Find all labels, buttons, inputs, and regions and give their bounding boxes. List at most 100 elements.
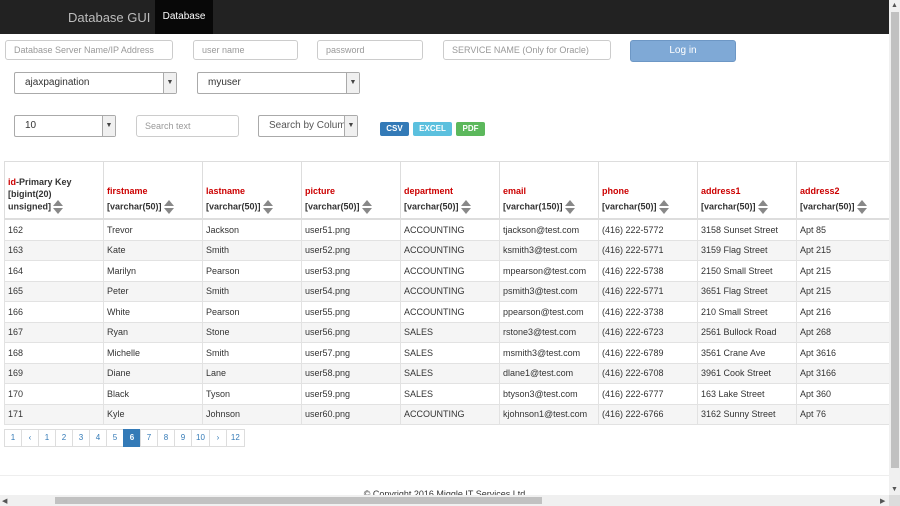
table-cell-address1[interactable]: 163 Lake Street: [697, 383, 797, 405]
table-cell-email[interactable]: tjackson@test.com: [499, 218, 599, 241]
table-cell-phone[interactable]: (416) 222-6766: [598, 403, 698, 425]
username-input[interactable]: user name: [193, 40, 298, 60]
table-cell-department[interactable]: SALES: [400, 362, 500, 384]
scroll-left-arrow-icon[interactable]: ◀: [2, 497, 7, 505]
login-button[interactable]: Log in: [630, 40, 736, 62]
table-cell-address1[interactable]: 3961 Cook Street: [697, 362, 797, 384]
page-link[interactable]: 1: [4, 429, 22, 447]
sort-arrows-icon[interactable]: [361, 200, 373, 214]
table-cell-address2[interactable]: Apt 3616: [796, 342, 890, 364]
column-header-email[interactable]: email [varchar(150)]: [499, 161, 599, 220]
table-cell-phone[interactable]: (416) 222-5771: [598, 280, 698, 302]
table-cell-picture[interactable]: user60.png: [301, 403, 401, 425]
page-link[interactable]: 2: [55, 429, 73, 447]
table-cell-department[interactable]: ACCOUNTING: [400, 260, 500, 282]
sort-up-icon[interactable]: [53, 200, 63, 206]
table-cell-address2[interactable]: Apt 85: [796, 218, 890, 241]
column-header-firstname[interactable]: firstname [varchar(50)]: [103, 161, 203, 220]
csv-export-button[interactable]: CSV: [380, 122, 409, 136]
brand-title[interactable]: Database GUI: [68, 10, 150, 25]
table-cell-email[interactable]: dlane1@test.com: [499, 362, 599, 384]
table-row[interactable]: 162 Trevor Jackson user51.png ACCOUNTING tjac…: [4, 218, 890, 241]
table-cell-firstname[interactable]: Ryan: [103, 321, 203, 343]
table-cell-id[interactable]: 165: [4, 280, 104, 302]
sort-down-icon[interactable]: [658, 208, 669, 214]
table-cell-phone[interactable]: (416) 222-6777: [598, 383, 698, 405]
page-link[interactable]: 7: [140, 429, 158, 447]
table-cell-id[interactable]: 167: [4, 321, 104, 343]
sort-up-icon[interactable]: [658, 200, 669, 206]
page-link[interactable]: 5: [106, 429, 124, 447]
table-cell-firstname[interactable]: Michelle: [103, 342, 203, 364]
page-link[interactable]: 6: [123, 429, 141, 447]
table-cell-department[interactable]: ACCOUNTING: [400, 403, 500, 425]
sort-arrows-icon[interactable]: [460, 200, 472, 214]
sort-arrows-icon[interactable]: [262, 200, 274, 214]
sort-up-icon[interactable]: [361, 200, 372, 206]
sort-down-icon[interactable]: [757, 208, 768, 214]
table-cell-lastname[interactable]: Lane: [202, 362, 302, 384]
page-link[interactable]: ‹: [21, 429, 39, 447]
table-cell-address2[interactable]: Apt 216: [796, 301, 890, 323]
table-cell-firstname[interactable]: Trevor: [103, 218, 203, 241]
table-cell-lastname[interactable]: Pearson: [202, 301, 302, 323]
table-cell-firstname[interactable]: Diane: [103, 362, 203, 384]
page-link[interactable]: 1: [38, 429, 56, 447]
table-cell-lastname[interactable]: Pearson: [202, 260, 302, 282]
table-cell-email[interactable]: ppearson@test.com: [499, 301, 599, 323]
table-cell-address1[interactable]: 3159 Flag Street: [697, 239, 797, 261]
page-link[interactable]: 8: [157, 429, 175, 447]
table-cell-address1[interactable]: 3651 Flag Street: [697, 280, 797, 302]
table-cell-id[interactable]: 168: [4, 342, 104, 364]
table-cell-id[interactable]: 164: [4, 260, 104, 282]
table-cell-firstname[interactable]: Kate: [103, 239, 203, 261]
table-cell-address2[interactable]: Apt 215: [796, 239, 890, 261]
table-cell-email[interactable]: btyson3@test.com: [499, 383, 599, 405]
table-cell-department[interactable]: SALES: [400, 342, 500, 364]
table-cell-picture[interactable]: user52.png: [301, 239, 401, 261]
sort-arrows-icon[interactable]: [658, 200, 670, 214]
table-cell-address1[interactable]: 210 Small Street: [697, 301, 797, 323]
table-row[interactable]: 164 Marilyn Pearson user53.png ACCOUNTING mpe…: [4, 260, 890, 282]
table-cell-address2[interactable]: Apt 76: [796, 403, 890, 425]
server-input[interactable]: Database Server Name/IP Address: [5, 40, 173, 60]
table-cell-phone[interactable]: (416) 222-5738: [598, 260, 698, 282]
page-link[interactable]: 10: [191, 429, 210, 447]
sort-arrows-icon[interactable]: [757, 200, 769, 214]
page-link[interactable]: 3: [72, 429, 90, 447]
table-cell-id[interactable]: 163: [4, 239, 104, 261]
table-cell-lastname[interactable]: Johnson: [202, 403, 302, 425]
table-cell-lastname[interactable]: Stone: [202, 321, 302, 343]
table-cell-lastname[interactable]: Smith: [202, 280, 302, 302]
table-cell-email[interactable]: mpearson@test.com: [499, 260, 599, 282]
table-cell-lastname[interactable]: Smith: [202, 239, 302, 261]
table-row[interactable]: 166 White Pearson user55.png ACCOUNTING ppear…: [4, 301, 890, 323]
column-header-lastname[interactable]: lastname [varchar(50)]: [202, 161, 302, 220]
table-cell-department[interactable]: SALES: [400, 321, 500, 343]
table-cell-email[interactable]: rstone3@test.com: [499, 321, 599, 343]
table-cell-department[interactable]: ACCOUNTING: [400, 218, 500, 241]
sort-down-icon[interactable]: [163, 208, 174, 214]
table-cell-address2[interactable]: Apt 215: [796, 260, 890, 282]
table-cell-firstname[interactable]: Black: [103, 383, 203, 405]
column-header-address2[interactable]: address2 [varchar(50)]: [796, 161, 890, 220]
column-header-picture[interactable]: picture [varchar(50)]: [301, 161, 401, 220]
table-cell-address1[interactable]: 3561 Crane Ave: [697, 342, 797, 364]
table-cell-email[interactable]: kjohnson1@test.com: [499, 403, 599, 425]
table-cell-address2[interactable]: Apt 268: [796, 321, 890, 343]
scroll-right-arrow-icon[interactable]: ▶: [880, 497, 885, 505]
table-cell-id[interactable]: 171: [4, 403, 104, 425]
table-cell-picture[interactable]: user57.png: [301, 342, 401, 364]
table-cell-phone[interactable]: (416) 222-5771: [598, 239, 698, 261]
table-row[interactable]: 168 Michelle Smith user57.png SALES msmith3@t…: [4, 342, 890, 364]
page-link[interactable]: 12: [225, 429, 245, 447]
column-header-phone[interactable]: phone [varchar(50)]: [598, 161, 698, 220]
service-name-input[interactable]: SERVICE NAME (Only for Oracle): [443, 40, 611, 60]
table-cell-firstname[interactable]: Peter: [103, 280, 203, 302]
table-cell-picture[interactable]: user59.png: [301, 383, 401, 405]
table-cell-picture[interactable]: user58.png: [301, 362, 401, 384]
scroll-down-arrow-icon[interactable]: ▼: [891, 486, 898, 493]
page-link[interactable]: 9: [174, 429, 192, 447]
table-cell-department[interactable]: ACCOUNTING: [400, 301, 500, 323]
table-cell-lastname[interactable]: Smith: [202, 342, 302, 364]
